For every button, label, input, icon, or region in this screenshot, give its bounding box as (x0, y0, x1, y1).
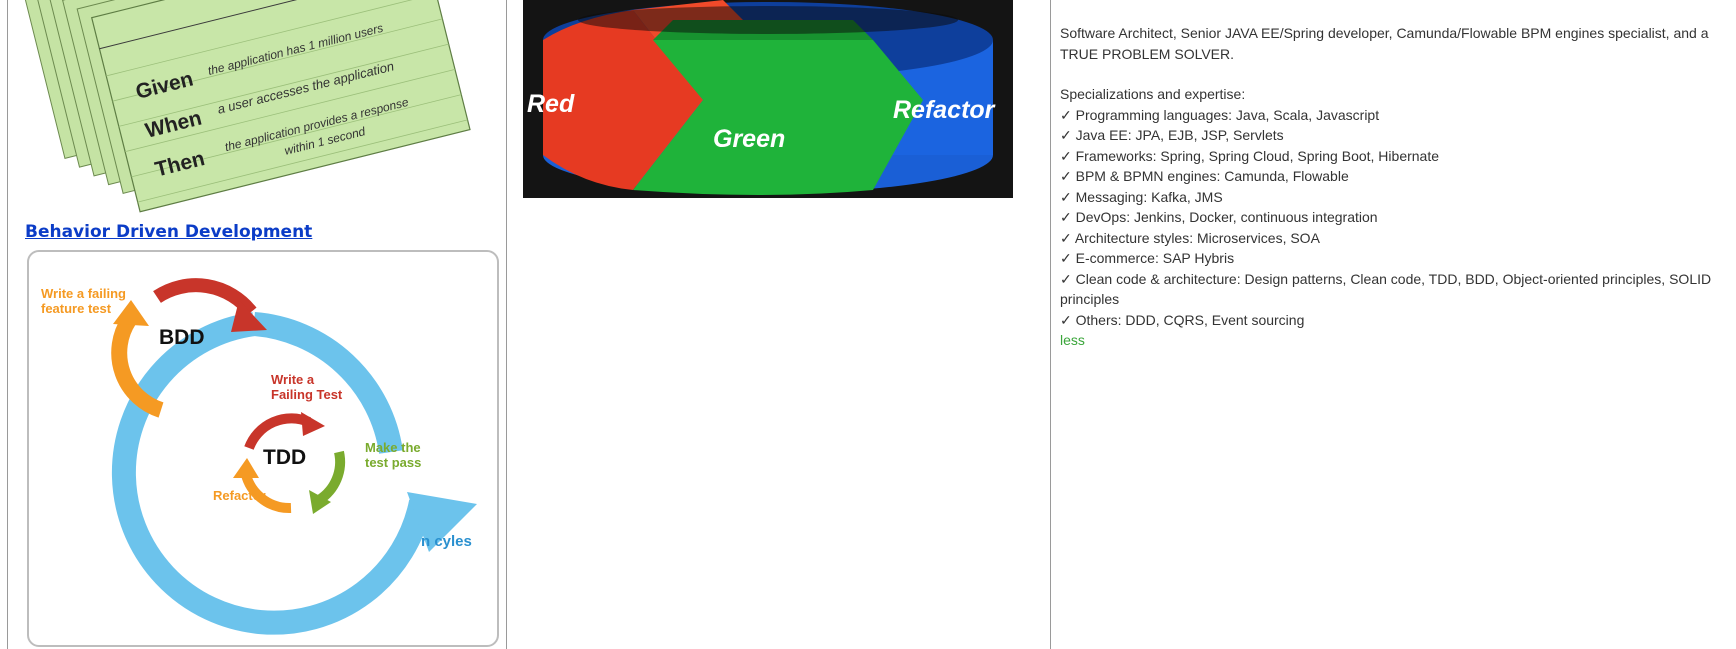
list-item: ✓ Clean code & architecture: Design patt… (1060, 270, 1712, 308)
list-item: ✓ Java EE: JPA, EJB, JSP, Servlets (1060, 127, 1284, 143)
list-item: ✓ Messaging: Kafka, JMS (1060, 188, 1223, 205)
write-test-label-2: Failing Test (271, 387, 343, 402)
make-pass-label-1: Make the (365, 440, 421, 455)
profile-bio: Software Architect, Senior JAVA EE/Sprin… (1060, 23, 1732, 351)
green-label: Green (713, 125, 785, 153)
list-item: ✓ Architecture styles: Microservices, SO… (1060, 229, 1320, 246)
list-item: ✓ BPM & BPMN engines: Camunda, Flowable (1060, 168, 1349, 184)
middle-column: Red Green Refactor (507, 0, 1050, 649)
bio-intro: Software Architect, Senior JAVA EE/Sprin… (1060, 25, 1709, 62)
less-link[interactable]: less (1060, 330, 1732, 351)
bdd-link[interactable]: Behavior Driven Development (25, 222, 312, 242)
write-feature-label-2: feature test (41, 301, 112, 316)
list-item: ✓ E-commerce: SAP Hybris (1060, 250, 1235, 266)
spec-heading: Specializations and expertise: (1060, 86, 1246, 102)
write-test-label-1: Write a (271, 372, 315, 387)
bdd-red-arrow (153, 278, 257, 317)
bdd-label: BDD (159, 326, 205, 349)
left-border (7, 0, 8, 649)
n-cycles-label: n cyles (421, 533, 472, 550)
gherkin-cards-image: Given the application has 1 million user… (9, 0, 506, 222)
tdd-green-arrow (316, 450, 346, 505)
tdd-refactor-label: Refactor (213, 488, 266, 503)
list-item: ✓ Programming languages: Java, Scala, Ja… (1060, 106, 1380, 123)
red-green-refactor-image: Red Green Refactor (523, 0, 1013, 198)
red-label: Red (527, 90, 575, 118)
left-column: Given the application has 1 million user… (9, 0, 506, 649)
bdd-tdd-diagram: Write a failing feature test BDD Write a… (27, 250, 499, 647)
list-item: ✓ Frameworks: Spring, Spring Cloud, Spri… (1060, 147, 1440, 164)
write-feature-label-1: Write a failing (41, 286, 126, 301)
refactor-label: Refactor (893, 96, 996, 124)
list-item: ✓ DevOps: Jenkins, Docker, continuous in… (1060, 209, 1378, 225)
make-pass-label-2: test pass (365, 455, 421, 470)
tdd-red-arrow (244, 413, 311, 450)
tdd-label: TDD (263, 446, 306, 469)
list-item: ✓ Others: DDD, CQRS, Event sourcing (1060, 311, 1305, 328)
right-column: Software Architect, Senior JAVA EE/Sprin… (1051, 0, 1736, 649)
